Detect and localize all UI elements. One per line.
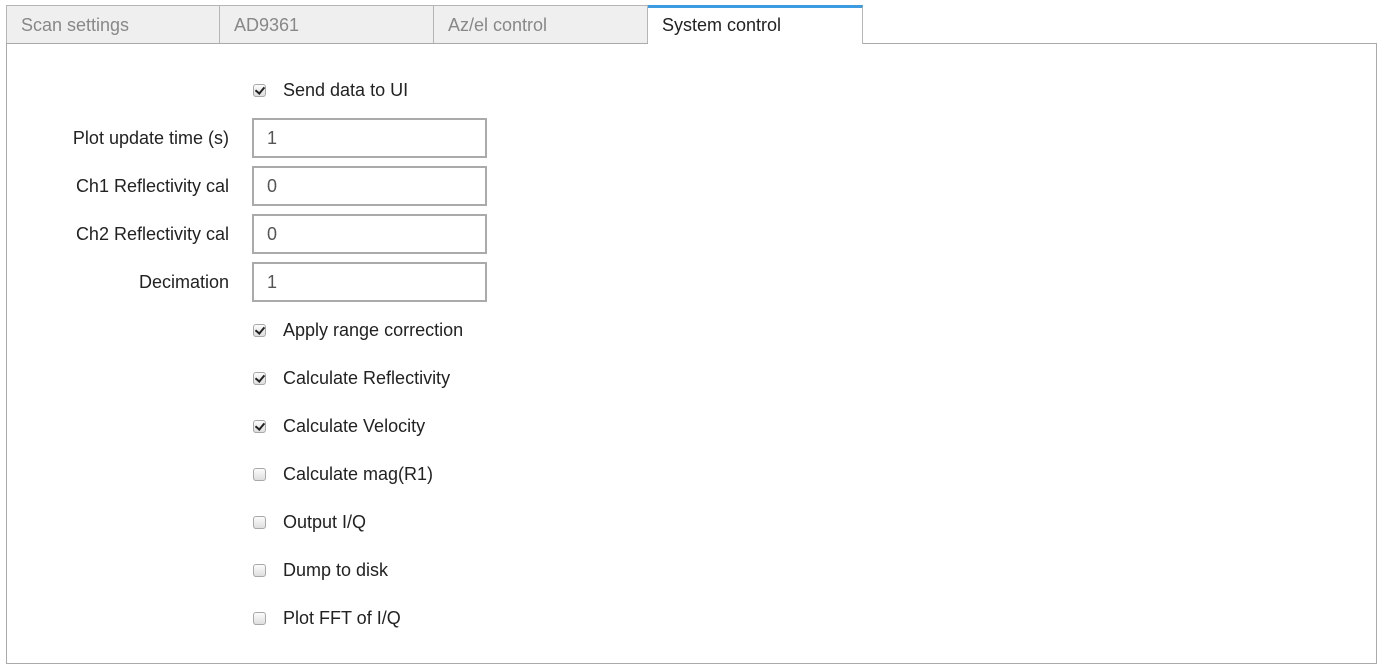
- checkbox-label: Apply range correction: [283, 320, 464, 340]
- calculate-mag-r1-checkbox[interactable]: [253, 468, 266, 481]
- field-label: Ch2 Reflectivity cal: [75, 224, 229, 244]
- field-label: Decimation: [138, 272, 229, 292]
- send-data-to-ui-checkbox-row[interactable]: Send data to UI: [253, 80, 408, 101]
- tab-az-el-control[interactable]: Az/el control: [434, 5, 648, 43]
- ch2-reflectivity-cal-input[interactable]: [252, 214, 487, 254]
- calculate-reflectivity-checkbox[interactable]: [253, 372, 266, 385]
- option-row[interactable]: Plot FFT of I/Q: [253, 608, 401, 629]
- field-label: Ch1 Reflectivity cal: [75, 176, 229, 196]
- option-row[interactable]: Calculate Reflectivity: [253, 368, 450, 389]
- checkbox-label: Dump to disk: [283, 560, 389, 580]
- checkbox-label: Send data to UI: [283, 80, 409, 100]
- checkbox-label: Calculate mag(R1): [283, 464, 434, 484]
- dump-to-disk-checkbox[interactable]: [253, 564, 266, 577]
- tab-system-control[interactable]: System control: [648, 5, 863, 44]
- checkbox-label: Calculate Reflectivity: [283, 368, 451, 388]
- ch1-reflectivity-cal-input[interactable]: [252, 166, 487, 206]
- decimation-input[interactable]: [252, 262, 487, 302]
- tab-bar: Scan settings AD9361 Az/el control Syste…: [6, 5, 863, 44]
- option-row[interactable]: Dump to disk: [253, 560, 388, 581]
- calculate-velocity-checkbox[interactable]: [253, 420, 266, 433]
- apply-range-correction-checkbox[interactable]: [253, 324, 266, 337]
- option-row[interactable]: Output I/Q: [253, 512, 366, 533]
- send-data-to-ui-checkbox[interactable]: [253, 84, 266, 97]
- field-label: Plot update time (s): [72, 128, 229, 148]
- checkbox-label: Output I/Q: [283, 512, 367, 532]
- plot-update-time-input[interactable]: [252, 118, 487, 158]
- option-row[interactable]: Calculate mag(R1): [253, 464, 433, 485]
- tab-scan-settings[interactable]: Scan settings: [6, 5, 220, 43]
- checkbox-label: Calculate Velocity: [283, 416, 426, 436]
- plot-fft-of-iq-checkbox[interactable]: [253, 612, 266, 625]
- tab-ad9361[interactable]: AD9361: [220, 5, 434, 43]
- system-control-panel: Send data to UI Plot update time (s) Ch1…: [6, 43, 1377, 664]
- checkbox-label: Plot FFT of I/Q: [283, 608, 401, 628]
- output-iq-checkbox[interactable]: [253, 516, 266, 529]
- option-row[interactable]: Calculate Velocity: [253, 416, 425, 437]
- option-row[interactable]: Apply range correction: [253, 320, 463, 341]
